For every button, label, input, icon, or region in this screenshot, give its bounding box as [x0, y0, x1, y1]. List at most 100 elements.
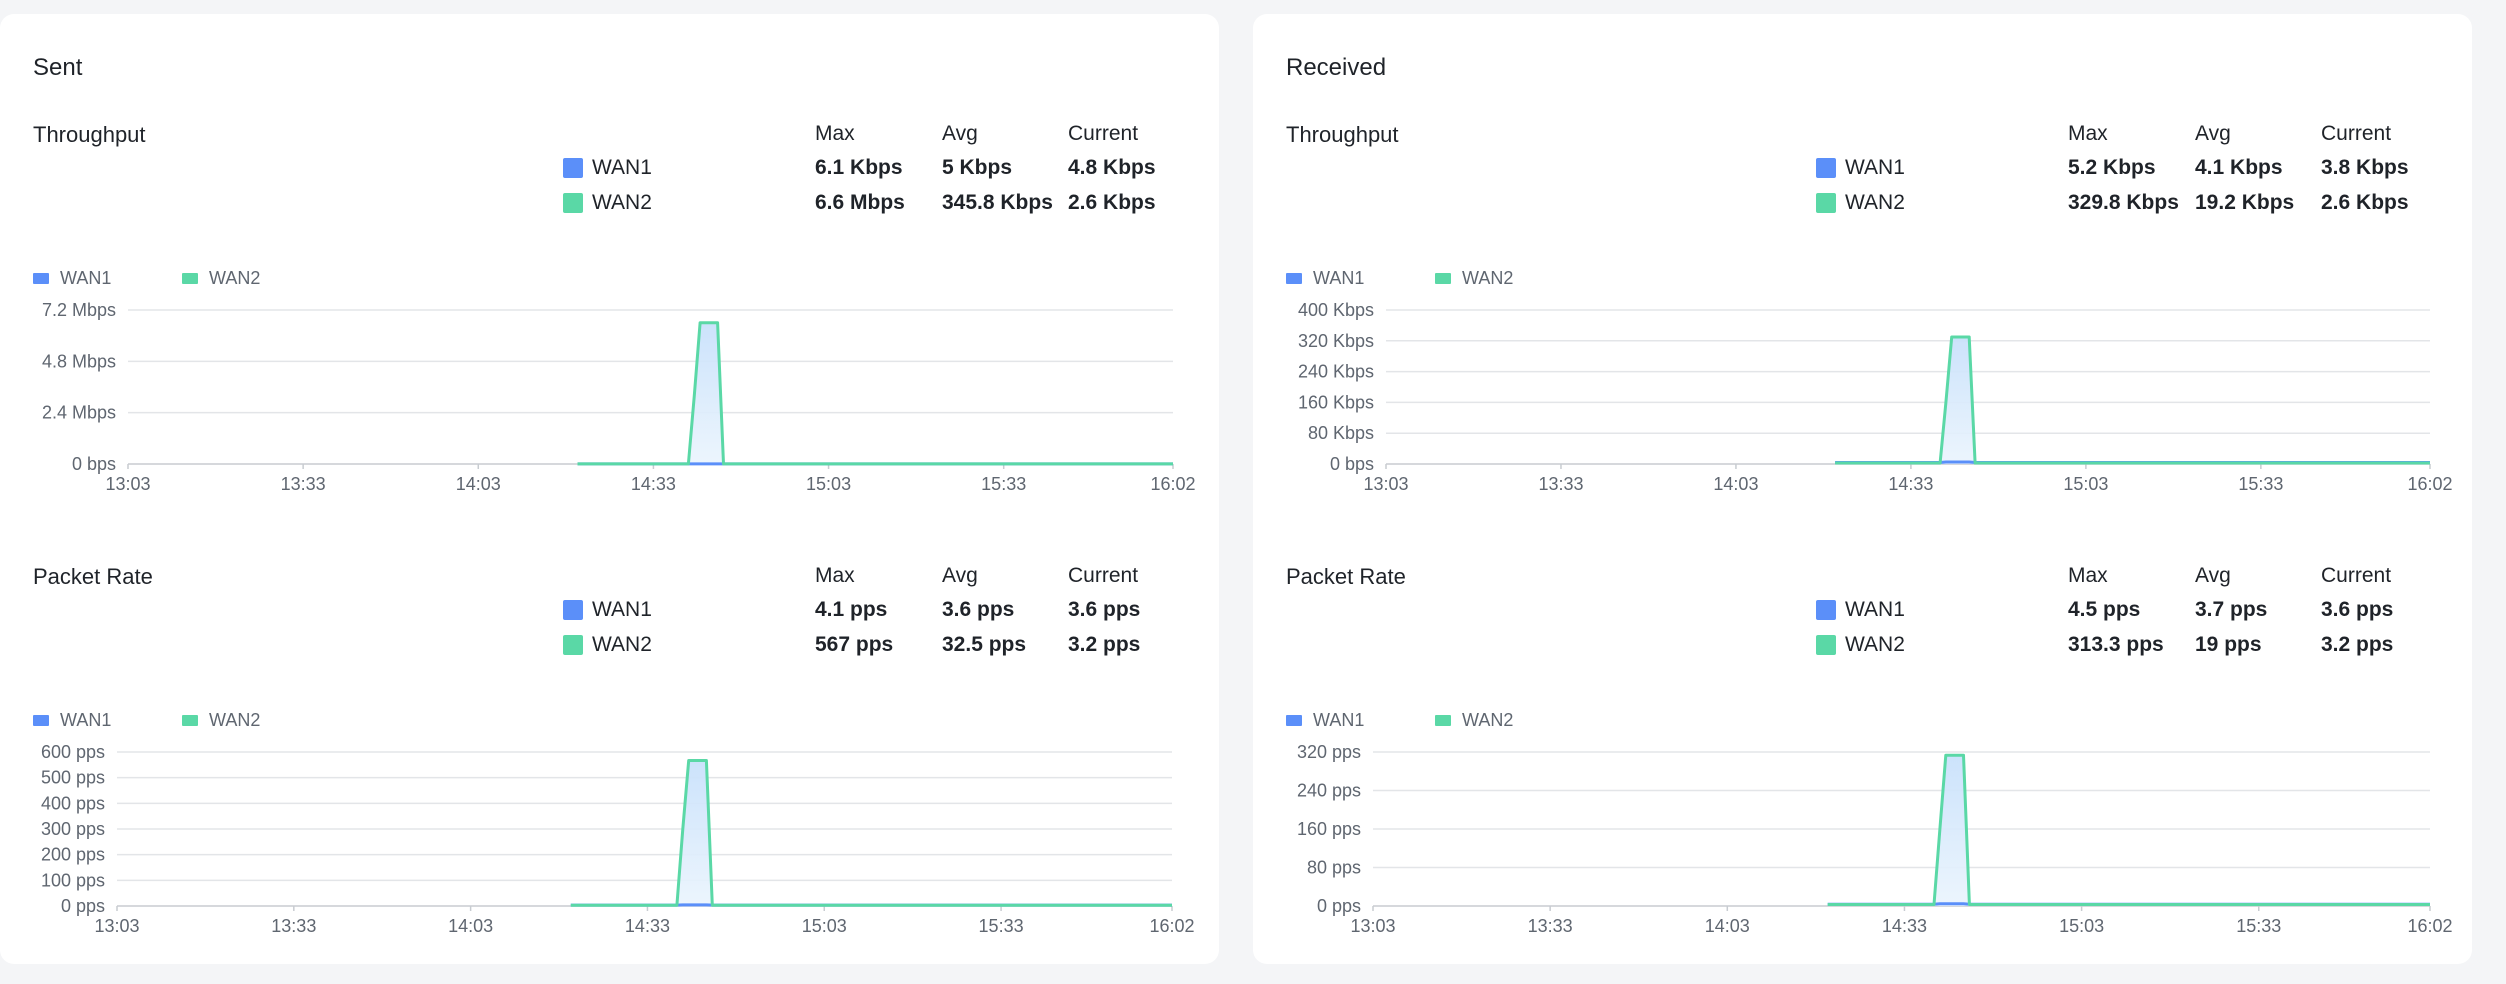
- sent-panel: Sent Throughput MaxAvgCurrentWAN16.1 Kbp…: [0, 14, 1219, 964]
- stats-series-name: WAN1: [592, 598, 652, 622]
- x-tick-label: 13:33: [1528, 916, 1573, 936]
- x-tick-label: 13:33: [1538, 474, 1583, 494]
- stats-value-avg: 32.5 pps: [942, 633, 1026, 657]
- y-tick-label: 80 Kbps: [1308, 423, 1374, 443]
- x-tick-label: 14:03: [1705, 916, 1750, 936]
- series-area-wan2: [1835, 337, 2430, 464]
- legend-item-wan1[interactable]: WAN1: [33, 268, 153, 288]
- x-tick-label: 13:03: [1350, 916, 1395, 936]
- y-tick-label: 200 pps: [41, 845, 105, 865]
- series-line-wan2: [1828, 755, 2430, 904]
- legend-label: WAN2: [209, 710, 260, 731]
- y-tick-label: 2.4 Mbps: [42, 403, 116, 423]
- x-tick-label: 16:02: [2407, 474, 2452, 494]
- x-tick-label: 14:33: [1882, 916, 1927, 936]
- stats-series-name: WAN2: [1845, 191, 1905, 215]
- legend-swatch-icon: [33, 273, 49, 284]
- y-tick-label: 400 Kbps: [1298, 300, 1374, 320]
- time-series-chart[interactable]: 0 bps2.4 Mbps4.8 Mbps7.2 Mbps13:0313:331…: [0, 292, 1219, 532]
- stats-value-max: 6.1 Kbps: [815, 156, 903, 180]
- legend-item-wan1[interactable]: WAN1: [1286, 710, 1406, 730]
- x-tick-label: 15:33: [2238, 474, 2283, 494]
- x-tick-label: 16:02: [1150, 474, 1195, 494]
- stats-value-current: 3.2 pps: [2321, 633, 2393, 657]
- panel-title: Sent: [33, 54, 82, 82]
- stats-header-current: Current: [1068, 122, 1138, 146]
- y-tick-label: 80 pps: [1307, 858, 1361, 878]
- received-panel: Received Throughput MaxAvgCurrentWAN15.2…: [1253, 14, 2472, 964]
- stats-header-avg: Avg: [942, 564, 978, 588]
- legend-item-wan1[interactable]: WAN1: [1286, 268, 1406, 288]
- stats-value-max: 4.5 pps: [2068, 598, 2140, 622]
- stats-series-name: WAN2: [592, 191, 652, 215]
- stats-header-current: Current: [1068, 564, 1138, 588]
- series-line-wan2: [578, 323, 1174, 464]
- legend-item-wan2[interactable]: WAN2: [182, 710, 302, 730]
- y-tick-label: 300 pps: [41, 819, 105, 839]
- stats-value-max: 6.6 Mbps: [815, 191, 905, 215]
- stats-value-current: 3.2 pps: [1068, 633, 1140, 657]
- x-tick-label: 13:03: [94, 916, 139, 936]
- legend-item-wan2[interactable]: WAN2: [1435, 268, 1555, 288]
- y-tick-label: 160 pps: [1297, 819, 1361, 839]
- stats-value-avg: 345.8 Kbps: [942, 191, 1053, 215]
- time-series-chart[interactable]: 0 bps80 Kbps160 Kbps240 Kbps320 Kbps400 …: [1253, 292, 2472, 532]
- legend-swatch-icon: [1435, 715, 1451, 726]
- stats-value-current: 3.8 Kbps: [2321, 156, 2409, 180]
- x-tick-label: 15:33: [979, 916, 1024, 936]
- legend-swatch-icon: [182, 715, 198, 726]
- legend-swatch-icon: [182, 273, 198, 284]
- x-tick-label: 15:33: [2236, 916, 2281, 936]
- y-tick-label: 400 pps: [41, 793, 105, 813]
- stats-value-avg: 19.2 Kbps: [2195, 191, 2294, 215]
- series-swatch-icon: [563, 158, 583, 178]
- series-line-wan2: [1835, 337, 2430, 463]
- x-tick-label: 14:33: [631, 474, 676, 494]
- stats-value-current: 3.6 pps: [1068, 598, 1140, 622]
- x-tick-label: 14:33: [625, 916, 670, 936]
- stats-table: MaxAvgCurrentWAN14.1 pps3.6 pps3.6 ppsWA…: [0, 564, 1219, 674]
- stats-series-name: WAN1: [592, 156, 652, 180]
- x-tick-label: 15:03: [806, 474, 851, 494]
- series-area-wan2: [1828, 755, 2430, 906]
- legend-item-wan2[interactable]: WAN2: [1435, 710, 1555, 730]
- stats-series-name: WAN2: [1845, 633, 1905, 657]
- x-tick-label: 14:03: [456, 474, 501, 494]
- x-tick-label: 14:03: [448, 916, 493, 936]
- stats-value-current: 3.6 pps: [2321, 598, 2393, 622]
- x-tick-label: 13:03: [1363, 474, 1408, 494]
- legend-swatch-icon: [33, 715, 49, 726]
- x-tick-label: 16:02: [1149, 916, 1194, 936]
- stats-table: MaxAvgCurrentWAN14.5 pps3.7 pps3.6 ppsWA…: [1253, 564, 2472, 674]
- legend-item-wan2[interactable]: WAN2: [182, 268, 302, 288]
- received-packet-rate-section: Packet Rate MaxAvgCurrentWAN14.5 pps3.7 …: [1253, 564, 2472, 984]
- series-area-wan2: [578, 323, 1174, 464]
- stats-value-max: 4.1 pps: [815, 598, 887, 622]
- y-tick-label: 600 pps: [41, 742, 105, 762]
- x-tick-label: 15:03: [802, 916, 847, 936]
- legend-label: WAN1: [1313, 268, 1364, 289]
- series-swatch-icon: [563, 635, 583, 655]
- y-tick-label: 7.2 Mbps: [42, 300, 116, 320]
- x-tick-label: 13:33: [281, 474, 326, 494]
- stats-value-avg: 3.7 pps: [2195, 598, 2267, 622]
- y-tick-label: 240 pps: [1297, 781, 1361, 801]
- x-tick-label: 13:33: [271, 916, 316, 936]
- y-tick-label: 500 pps: [41, 768, 105, 788]
- series-swatch-icon: [1816, 158, 1836, 178]
- stats-value-current: 2.6 Kbps: [2321, 191, 2409, 215]
- legend-swatch-icon: [1435, 273, 1451, 284]
- series-swatch-icon: [1816, 635, 1836, 655]
- legend-label: WAN2: [209, 268, 260, 289]
- time-series-chart[interactable]: 0 pps100 pps200 pps300 pps400 pps500 pps…: [0, 734, 1219, 974]
- stats-table: MaxAvgCurrentWAN15.2 Kbps4.1 Kbps3.8 Kbp…: [1253, 122, 2472, 232]
- legend-swatch-icon: [1286, 715, 1302, 726]
- legend-item-wan1[interactable]: WAN1: [33, 710, 153, 730]
- stats-value-avg: 4.1 Kbps: [2195, 156, 2283, 180]
- stats-series-name: WAN1: [1845, 156, 1905, 180]
- x-tick-label: 14:33: [1888, 474, 1933, 494]
- legend-label: WAN1: [60, 710, 111, 731]
- series-line-wan2: [571, 761, 1172, 906]
- sent-throughput-section: Throughput MaxAvgCurrentWAN16.1 Kbps5 Kb…: [0, 122, 1219, 542]
- time-series-chart[interactable]: 0 pps80 pps160 pps240 pps320 pps13:0313:…: [1253, 734, 2472, 974]
